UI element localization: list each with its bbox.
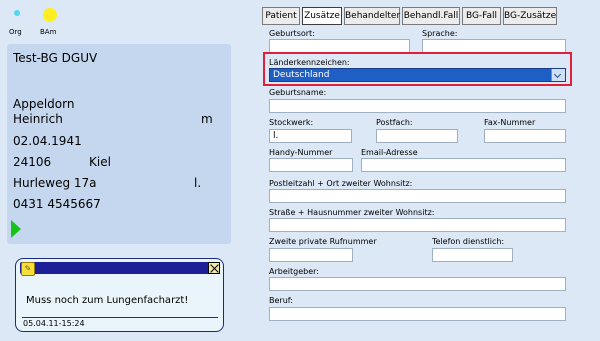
geburtsort-label: Geburtsort:: [269, 29, 315, 38]
close-icon[interactable]: [208, 262, 220, 274]
tel-dienst-input[interactable]: [432, 248, 513, 262]
play-icon[interactable]: [11, 220, 21, 238]
strasse-2-label: Straße + Hausnummer zweiter Wohnsitz:: [269, 208, 435, 217]
tab-bg-fall[interactable]: BG-Fall: [462, 7, 501, 25]
patient-phone: 0431 4545667: [13, 197, 101, 211]
geburtsname-label: Geburtsname:: [269, 88, 327, 97]
note-timestamp: 05.04.11-15:24: [23, 319, 85, 328]
org-indicator-dot: [14, 10, 20, 16]
patient-sex: m: [201, 112, 213, 126]
beruf-input[interactable]: [269, 307, 566, 321]
handy-input[interactable]: [269, 158, 353, 172]
postfach-label: Postfach:: [376, 118, 413, 127]
arbeitgeber-label: Arbeitgeber:: [269, 267, 319, 276]
tel-dienst-label: Telefon dienstlich:: [432, 237, 505, 246]
geburtsort-input[interactable]: [269, 39, 410, 53]
stockwerk-label: Stockwerk:: [269, 118, 314, 127]
patient-street: Hurleweg 17a: [13, 176, 97, 190]
plz-ort-2-input[interactable]: [269, 189, 566, 203]
handy-label: Handy-Nummer: [269, 148, 333, 157]
note-title-bar: ✎: [20, 262, 220, 276]
laenderkennzeichen-select[interactable]: Deutschland: [269, 68, 566, 82]
tab-zusaetze[interactable]: Zusätze: [302, 7, 342, 25]
privat-tel-2-label: Zweite private Rufnummer: [269, 237, 377, 246]
note-text: Muss noch zum Lungenfacharzt!: [26, 295, 189, 306]
patient-birth-date: 02.04.1941: [13, 134, 82, 148]
note-icon: ✎: [21, 262, 35, 276]
bam-indicator-label: BAm: [40, 28, 57, 36]
privat-tel-2-input[interactable]: [269, 248, 353, 262]
strasse-2-input[interactable]: [269, 218, 566, 232]
email-input[interactable]: [361, 158, 566, 172]
patient-last-name: Appeldorn: [13, 97, 75, 111]
laenderkennzeichen-label: Länderkennzeichen:: [269, 58, 350, 67]
fax-input[interactable]: [484, 129, 566, 143]
stockwerk-input[interactable]: l.: [269, 129, 352, 143]
tab-patient[interactable]: Patient: [262, 7, 300, 25]
patient-postal-code: 24106: [13, 155, 52, 169]
patient-city: Kiel: [89, 155, 111, 169]
insurer-name: Test-BG DGUV: [13, 51, 98, 65]
org-indicator-label: Org: [9, 28, 22, 36]
postfach-input[interactable]: [376, 129, 458, 143]
laenderkennzeichen-value: Deutschland: [273, 70, 330, 80]
fax-label: Fax-Nummer: [484, 118, 536, 127]
beruf-label: Beruf:: [269, 296, 293, 305]
sprache-input[interactable]: [422, 39, 566, 53]
bam-indicator-dot: [43, 8, 57, 22]
arbeitgeber-input[interactable]: [269, 277, 566, 291]
note-divider: [22, 317, 218, 318]
tab-behandl-fall[interactable]: Behandl.Fall: [402, 7, 460, 25]
tab-bg-zusaetze[interactable]: BG-Zusätze: [503, 7, 557, 25]
patient-street-suffix: l.: [194, 176, 202, 190]
patient-card: Test-BG DGUV Appeldorn Heinrich m 02.04.…: [7, 44, 231, 244]
email-label: Email-Adresse: [361, 148, 418, 157]
chevron-down-icon[interactable]: [551, 69, 565, 81]
tab-behandelter[interactable]: Behandelter: [344, 7, 400, 25]
patient-first-name: Heinrich: [13, 112, 63, 126]
plz-ort-2-label: Postleitzahl + Ort zweiter Wohnsitz:: [269, 179, 413, 188]
sticky-note: ✎ Muss noch zum Lungenfacharzt! 05.04.11…: [15, 258, 224, 332]
sprache-label: Sprache:: [422, 29, 458, 38]
geburtsname-input[interactable]: [269, 99, 566, 113]
